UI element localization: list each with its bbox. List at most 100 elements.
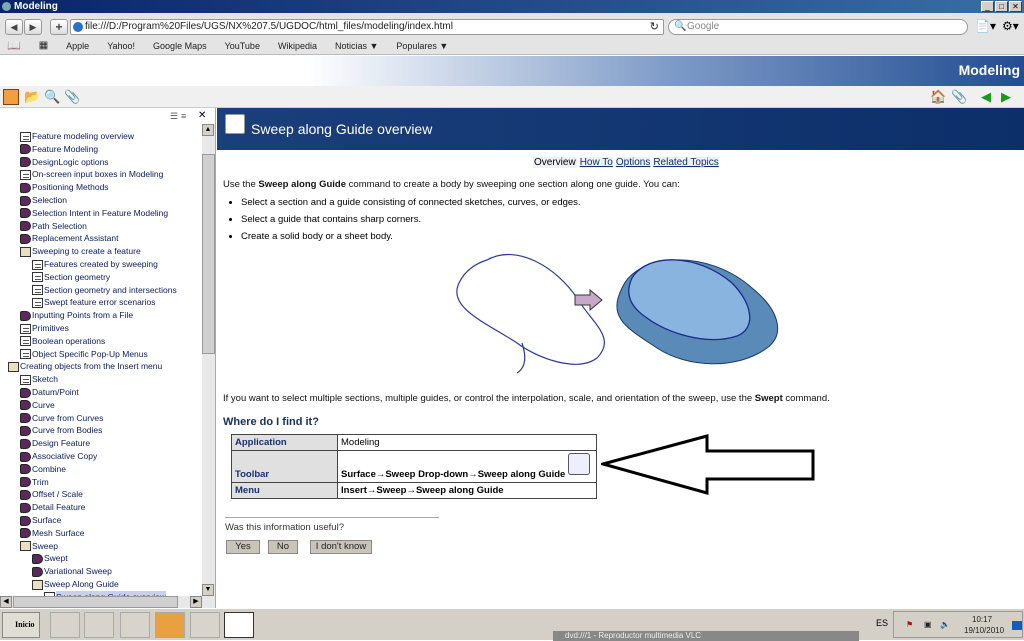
- back-button[interactable]: ◀: [5, 19, 23, 35]
- maximize-button[interactable]: □: [995, 1, 1008, 12]
- horizontal-scrollbar[interactable]: ◀ ▶: [0, 596, 215, 608]
- tab-options[interactable]: Options: [615, 157, 651, 168]
- volume-icon[interactable]: 🔈: [940, 620, 950, 629]
- tree-item[interactable]: Selection Intent in Feature Modeling: [20, 207, 168, 220]
- tree-item[interactable]: Trim: [20, 476, 49, 489]
- collapse-all-icon[interactable]: ≡: [181, 111, 186, 121]
- forward-button[interactable]: ▶: [24, 19, 42, 35]
- bookmark-populares[interactable]: Populares ▼: [396, 41, 448, 51]
- close-panel-icon[interactable]: ✕: [198, 110, 206, 121]
- tree-item[interactable]: Offset / Scale: [20, 488, 83, 501]
- tree-item[interactable]: Swept: [32, 552, 68, 565]
- tree-item[interactable]: Curve from Bodies: [20, 424, 102, 437]
- settings-icon[interactable]: ⚙▾: [1002, 19, 1019, 33]
- tree-item-label: DesignLogic options: [32, 156, 109, 167]
- scroll-up-button[interactable]: ▲: [202, 124, 214, 136]
- tree-item[interactable]: Datum/Point: [20, 386, 79, 399]
- tree-item[interactable]: Section geometry: [32, 271, 110, 284]
- home-icon[interactable]: 🏠: [930, 89, 946, 105]
- reload-icon[interactable]: ↻: [650, 20, 659, 34]
- sync-toc-icon[interactable]: ☰: [170, 111, 178, 122]
- tree-item[interactable]: Positioning Methods: [20, 181, 109, 194]
- dont-know-button[interactable]: I don't know: [310, 540, 372, 554]
- tree-item[interactable]: Surface: [20, 514, 61, 527]
- bookmark-noticias[interactable]: Noticias ▼: [335, 41, 378, 51]
- tab-how-to[interactable]: How To: [579, 157, 613, 168]
- start-button[interactable]: Inicio: [2, 612, 40, 638]
- index-icon[interactable]: 📂: [24, 89, 40, 105]
- search-input[interactable]: 🔍 Google: [668, 19, 968, 35]
- yes-button[interactable]: Yes: [226, 540, 260, 554]
- tree-item[interactable]: DesignLogic options: [20, 156, 109, 169]
- tree-item[interactable]: Features created by sweeping: [32, 258, 158, 271]
- scroll-down-button[interactable]: ▼: [202, 584, 214, 596]
- top-sites-icon[interactable]: ▦: [39, 40, 48, 51]
- bookmark-apple[interactable]: Apple: [66, 41, 89, 51]
- messenger-icon[interactable]: [120, 612, 150, 638]
- tree-item[interactable]: Object Specific Pop-Up Menus: [20, 348, 148, 361]
- bookmark-wikipedia[interactable]: Wikipedia: [278, 41, 317, 51]
- search-icon[interactable]: 🔍: [44, 89, 60, 105]
- tree-item[interactable]: Associative Copy: [20, 450, 97, 463]
- tree-item[interactable]: Section geometry and intersections: [32, 284, 177, 297]
- tree-item[interactable]: Inputting Points from a File: [20, 309, 133, 322]
- bookmarks-bar: 📖 ▦ Apple Yahoo! Google Maps YouTube Wik…: [0, 37, 1024, 55]
- tree-item[interactable]: Selection: [20, 194, 67, 207]
- address-bar[interactable]: file:///D:/Program%20Files/UGS/NX%207.5/…: [70, 19, 664, 35]
- show-desktop-icon[interactable]: [1012, 621, 1022, 630]
- tree-item[interactable]: Curve: [20, 399, 55, 412]
- bookmarks-icon[interactable]: 📖: [7, 39, 21, 52]
- hscroll-thumb[interactable]: [13, 596, 178, 608]
- add-bookmark-button[interactable]: +: [50, 19, 68, 35]
- minimize-button[interactable]: _: [981, 1, 994, 12]
- tree-item[interactable]: Feature modeling overview: [20, 130, 134, 143]
- contents-icon[interactable]: [3, 89, 19, 105]
- tree-item-label: Feature Modeling: [32, 143, 99, 154]
- favorites-icon[interactable]: 📎: [64, 89, 80, 105]
- no-button[interactable]: No: [268, 540, 298, 554]
- book-icon: [20, 387, 31, 398]
- tree-item[interactable]: Sweeping to create a feature: [20, 245, 141, 258]
- tree-item[interactable]: Creating objects from the Insert menu: [8, 360, 162, 373]
- language-indicator[interactable]: ES: [876, 618, 888, 628]
- tree-item[interactable]: Design Feature: [20, 437, 90, 450]
- browser-icon[interactable]: [190, 612, 220, 638]
- display-icon[interactable]: ▣: [924, 620, 932, 629]
- media-player-icon[interactable]: [84, 612, 114, 638]
- safari-icon[interactable]: [224, 612, 254, 638]
- scroll-left-button[interactable]: ◀: [0, 596, 12, 608]
- tree-item[interactable]: Feature Modeling: [20, 143, 98, 156]
- tree-item[interactable]: Boolean operations: [20, 335, 105, 348]
- vlc-icon[interactable]: [155, 612, 185, 638]
- tab-related-topics[interactable]: Related Topics: [653, 157, 719, 168]
- tree-item-label: Creating objects from the Insert menu: [20, 361, 163, 372]
- previous-arrow-icon[interactable]: ◀: [978, 89, 994, 105]
- link-icon[interactable]: 📎: [951, 89, 967, 105]
- tree-item[interactable]: Swept feature error scenarios: [32, 296, 156, 309]
- bookmark-yahoo[interactable]: Yahoo!: [107, 41, 135, 51]
- tree-item[interactable]: Mesh Surface: [20, 527, 84, 540]
- tree-item[interactable]: Variational Sweep: [32, 565, 112, 578]
- tree-item[interactable]: Combine: [20, 463, 66, 476]
- scroll-thumb[interactable]: [202, 154, 215, 354]
- contents-tree: Feature modeling overview Feature Modelin…: [0, 124, 200, 596]
- tree-item[interactable]: Sketch: [20, 373, 58, 386]
- tree-item[interactable]: Sweep: [20, 540, 58, 553]
- tree-item[interactable]: Sweep Along Guide: [32, 578, 119, 591]
- ie-icon[interactable]: [50, 612, 80, 638]
- page-menu-icon[interactable]: 📄▾: [975, 19, 996, 33]
- scroll-right-button[interactable]: ▶: [190, 596, 202, 608]
- next-arrow-icon[interactable]: ▶: [998, 89, 1014, 105]
- tree-item[interactable]: Curve from Curves: [20, 412, 103, 425]
- tree-item[interactable]: Replacement Assistant: [20, 232, 118, 245]
- bookmark-google-maps[interactable]: Google Maps: [153, 41, 207, 51]
- vertical-scrollbar[interactable]: ▲ ▼: [202, 124, 215, 596]
- bookmark-youtube[interactable]: YouTube: [225, 41, 260, 51]
- tree-item[interactable]: On-screen input boxes in Modeling: [20, 168, 163, 181]
- close-button[interactable]: ✕: [1009, 1, 1022, 12]
- tree-item[interactable]: Primitives: [20, 322, 69, 335]
- tree-item[interactable]: Detail Feature: [20, 501, 85, 514]
- tab-overview[interactable]: Overview: [533, 157, 577, 168]
- tree-item[interactable]: Path Selection: [20, 220, 87, 233]
- network-error-icon[interactable]: ⚑: [906, 620, 913, 629]
